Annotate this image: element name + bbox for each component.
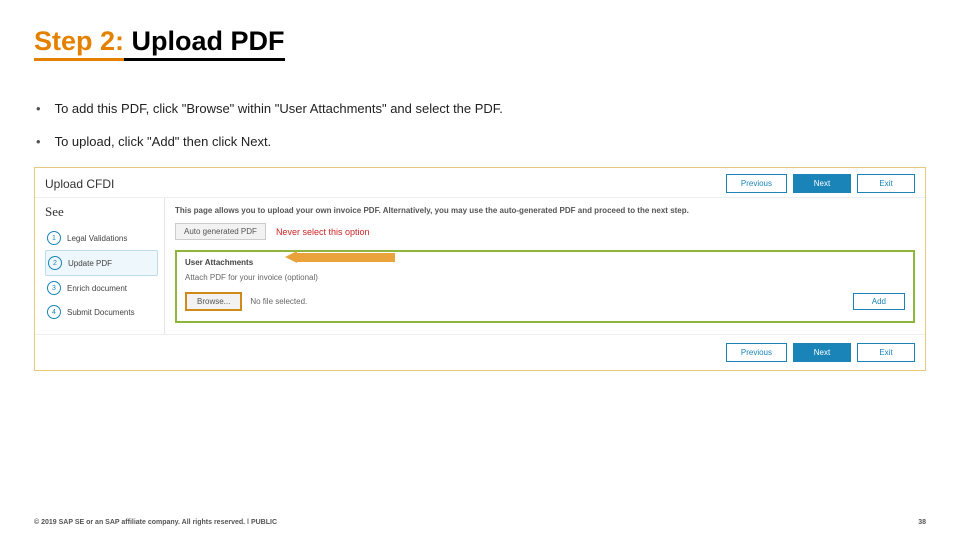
wizard-sidebar: See 1 Legal Validations 2 Update PDF 3 Enri… [35,198,165,334]
exit-button[interactable]: Exit [857,343,915,362]
app-body: See 1 Legal Validations 2 Update PDF 3 Enri… [35,197,925,334]
previous-button[interactable]: Previous [726,343,787,362]
title-step: Step 2: [34,26,124,61]
step-label: Enrich document [67,284,127,293]
footer-button-row: Previous Next Exit [35,334,925,370]
no-file-selected-text: No file selected. [250,297,307,306]
wizard-step-2[interactable]: 2 Update PDF [45,250,158,276]
copyright-text: © 2019 SAP SE or an SAP affiliate compan… [34,519,277,526]
slide-title: Step 2: Upload PDF [34,26,926,57]
bullet-item: To add this PDF, click "Browse" within "… [34,101,926,116]
autogen-row: Auto generated PDF Never select this opt… [175,223,915,240]
previous-button[interactable]: Previous [726,174,787,193]
app-header: Upload CFDI Previous Next Exit [35,168,925,197]
next-button[interactable]: Next [793,174,851,193]
wizard-step-3[interactable]: 3 Enrich document [45,276,158,300]
app-main: This page allows you to upload your own … [165,198,925,334]
wizard-step-1[interactable]: 1 Legal Validations [45,226,158,250]
bullet-list: To add this PDF, click "Browse" within "… [34,101,926,149]
header-button-row: Previous Next Exit [726,174,915,193]
step-number-icon: 1 [47,231,61,245]
title-rest: Upload PDF [124,26,285,61]
browse-left: Browse... No file selected. [185,292,307,311]
page-number: 38 [918,519,926,526]
user-attachments-subtitle: Attach PDF for your invoice (optional) [185,273,905,282]
intro-text: This page allows you to upload your own … [175,206,915,215]
browse-row: Browse... No file selected. Add [185,292,905,311]
browse-button[interactable]: Browse... [185,292,242,311]
slide-footer: © 2019 SAP SE or an SAP affiliate compan… [34,519,926,526]
step-label: Update PDF [68,259,112,268]
bullet-item: To upload, click "Add" then click Next. [34,134,926,149]
exit-button[interactable]: Exit [857,174,915,193]
see-label: See [45,204,158,220]
bullet-text: To add this PDF, click "Browse" within "… [55,101,503,116]
next-button[interactable]: Next [793,343,851,362]
step-number-icon: 4 [47,305,61,319]
step-number-icon: 2 [48,256,62,270]
step-label: Legal Validations [67,234,127,243]
app-title: Upload CFDI [45,177,114,191]
warning-annotation: Never select this option [276,227,370,237]
auto-generated-pdf-button[interactable]: Auto generated PDF [175,223,266,240]
bullet-text: To upload, click "Add" then click Next. [55,134,272,149]
user-attachments-block: User Attachments Attach PDF for your inv… [175,250,915,323]
screenshot-frame: Upload CFDI Previous Next Exit See 1 Lega… [34,167,926,371]
step-label: Submit Documents [67,308,135,317]
add-button[interactable]: Add [853,293,905,310]
arrow-annotation-icon [285,251,395,264]
app-screenshot: Upload CFDI Previous Next Exit See 1 Lega… [35,168,925,370]
wizard-step-4[interactable]: 4 Submit Documents [45,300,158,324]
step-number-icon: 3 [47,281,61,295]
